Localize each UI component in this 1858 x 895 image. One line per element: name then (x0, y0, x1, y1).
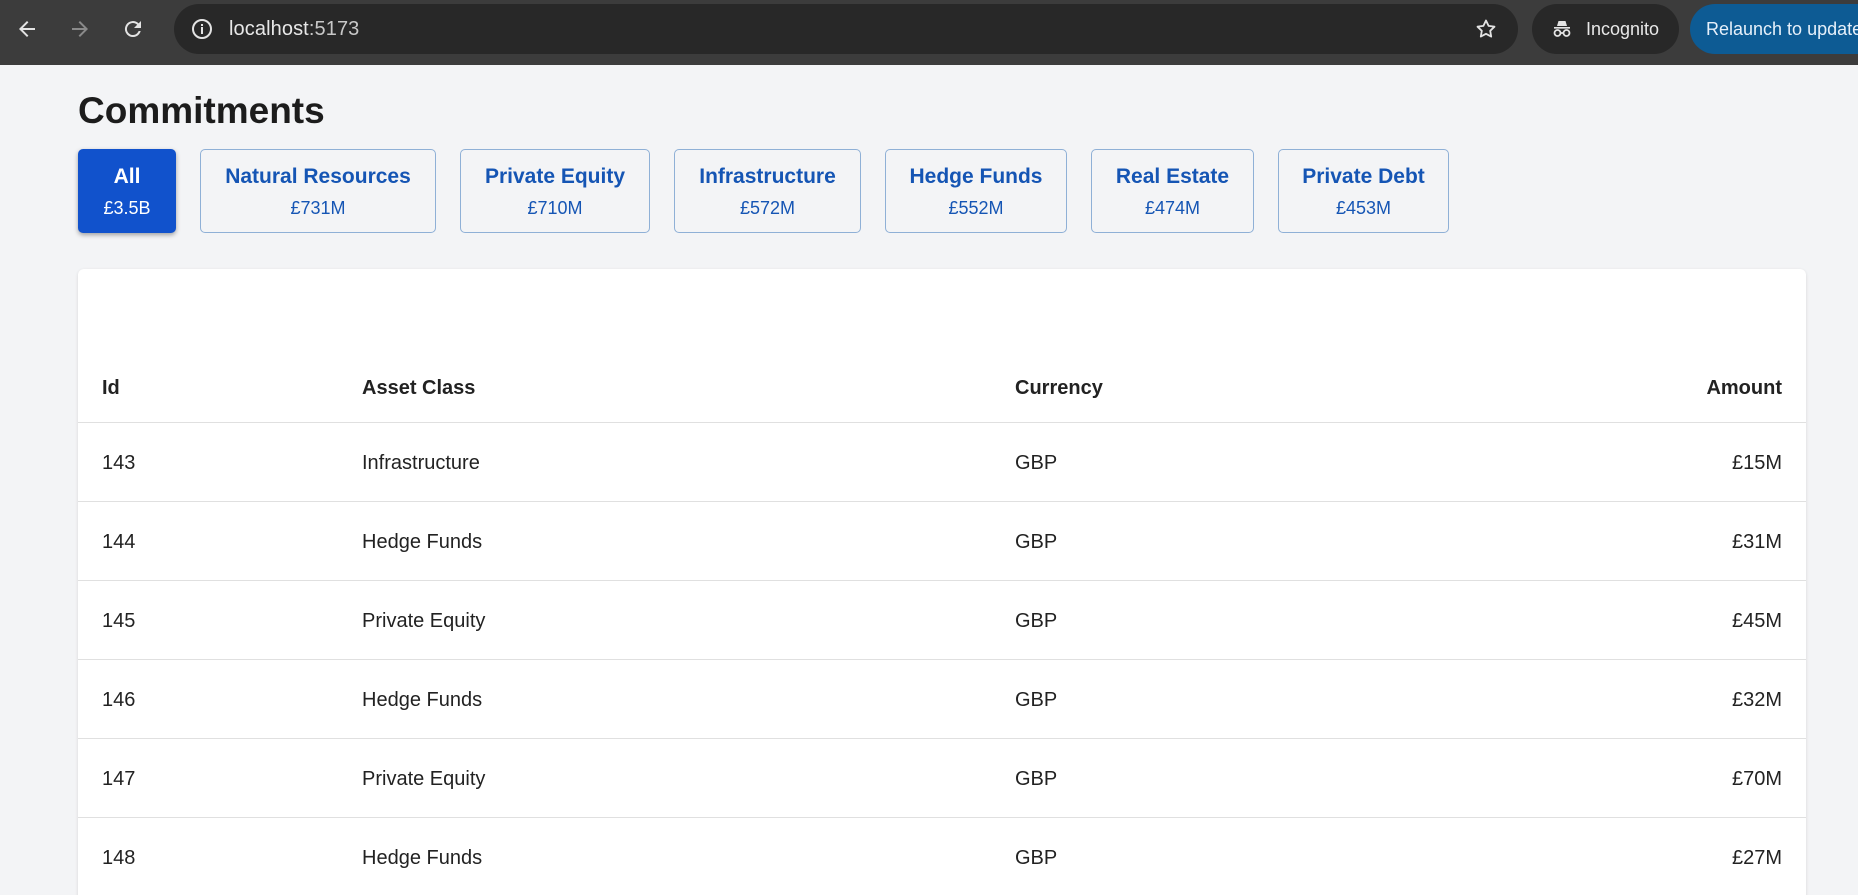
filter-chip-value: £710M (527, 197, 583, 218)
filter-chip-label: Natural Resources (225, 164, 411, 188)
cell-asset-class: Hedge Funds (362, 689, 483, 711)
relaunch-button[interactable]: Relaunch to update (1690, 4, 1858, 54)
filter-chip-real-estate[interactable]: Real Estate £474M (1091, 149, 1254, 233)
cell-id: 145 (102, 610, 136, 632)
browser-toolbar: localhost:5173 Incognito Relaunch to upd… (0, 0, 1858, 65)
incognito-indicator[interactable]: Incognito (1532, 4, 1679, 54)
cell-asset-class: Private Equity (362, 768, 486, 790)
table-row[interactable]: 148 Hedge Funds GBP £27M (78, 818, 1806, 895)
column-header-currency[interactable]: Currency (1015, 377, 1103, 400)
cell-id: 143 (102, 452, 136, 474)
filter-chip-label: Hedge Funds (909, 164, 1043, 188)
filter-chip-value: £453M (1335, 197, 1392, 218)
table-row[interactable]: 145 Private Equity GBP £45M (78, 581, 1806, 660)
column-header-asset-class[interactable]: Asset Class (362, 377, 475, 400)
cell-amount: £45M (1731, 610, 1782, 632)
filter-chip-label: Infrastructure (699, 164, 836, 188)
filter-chip-private-debt[interactable]: Private Debt £453M (1278, 149, 1449, 233)
url-text[interactable]: localhost:5173 (229, 18, 359, 41)
filter-chip-infrastructure[interactable]: Infrastructure £572M (674, 149, 861, 233)
url-port: :5173 (308, 18, 360, 40)
cell-id: 147 (102, 768, 136, 790)
cell-id: 144 (102, 531, 136, 553)
site-info-icon[interactable] (190, 17, 214, 41)
filter-chip-hedge-funds[interactable]: Hedge Funds £552M (885, 149, 1067, 233)
filter-chip-value: £731M (290, 197, 346, 218)
cell-asset-class: Infrastructure (362, 452, 480, 474)
table-row[interactable]: 144 Hedge Funds GBP £31M (78, 502, 1806, 581)
cell-currency: GBP (1015, 847, 1058, 869)
table-row[interactable]: 147 Private Equity GBP £70M (78, 739, 1806, 818)
filter-chip-value: £552M (948, 197, 1004, 218)
filter-chip-value: £474M (1144, 197, 1201, 218)
filter-chip-label: Private Equity (484, 164, 626, 188)
filter-chip-label: All (113, 164, 141, 188)
cell-currency: GBP (1015, 531, 1058, 553)
url-host: localhost (229, 18, 309, 40)
bookmark-star-icon[interactable] (1474, 17, 1498, 41)
cell-asset-class: Hedge Funds (362, 847, 483, 869)
cell-currency: GBP (1015, 452, 1058, 474)
cell-currency: GBP (1015, 689, 1058, 711)
column-header-id[interactable]: Id (102, 377, 120, 400)
cell-asset-class: Hedge Funds (362, 531, 483, 553)
filter-chip-label: Real Estate (1115, 164, 1230, 188)
cell-id: 148 (102, 847, 136, 869)
filter-chip-private-equity[interactable]: Private Equity £710M (460, 149, 650, 233)
arrow-right-icon (72, 21, 88, 37)
filter-chip-natural-resources[interactable]: Natural Resources £731M (200, 149, 436, 233)
cell-amount: £31M (1731, 531, 1782, 553)
incognito-label: Incognito (1586, 18, 1660, 39)
reload-icon (124, 21, 141, 38)
table-row[interactable]: 143 Infrastructure GBP £15M (78, 423, 1806, 502)
cell-amount: £32M (1731, 689, 1782, 711)
commitments-table-card: Id Asset Class Currency Amount 143 Infra… (78, 269, 1806, 895)
filter-chip-value: £3.5B (103, 197, 151, 218)
page-title: Commitments (78, 90, 325, 131)
cell-asset-class: Private Equity (362, 610, 486, 632)
filter-chip-all[interactable]: All £3.5B (78, 149, 176, 233)
back-button[interactable] (12, 14, 42, 44)
address-bar[interactable]: localhost:5173 (174, 4, 1518, 54)
cell-id: 146 (102, 689, 136, 711)
filter-chip-label: Private Debt (1302, 164, 1425, 188)
cell-currency: GBP (1015, 610, 1058, 632)
incognito-icon (1553, 21, 1571, 37)
reload-button[interactable] (118, 14, 148, 44)
arrow-left-icon (19, 21, 35, 37)
cell-amount: £70M (1731, 768, 1782, 790)
relaunch-label: Relaunch to update (1706, 18, 1858, 39)
table-row[interactable]: 146 Hedge Funds GBP £32M (78, 660, 1806, 739)
cell-amount: £15M (1731, 452, 1782, 474)
forward-button[interactable] (65, 14, 95, 44)
cell-currency: GBP (1015, 768, 1058, 790)
column-header-amount[interactable]: Amount (1706, 377, 1782, 400)
filter-chip-value: £572M (739, 197, 796, 218)
cell-amount: £27M (1731, 847, 1782, 869)
